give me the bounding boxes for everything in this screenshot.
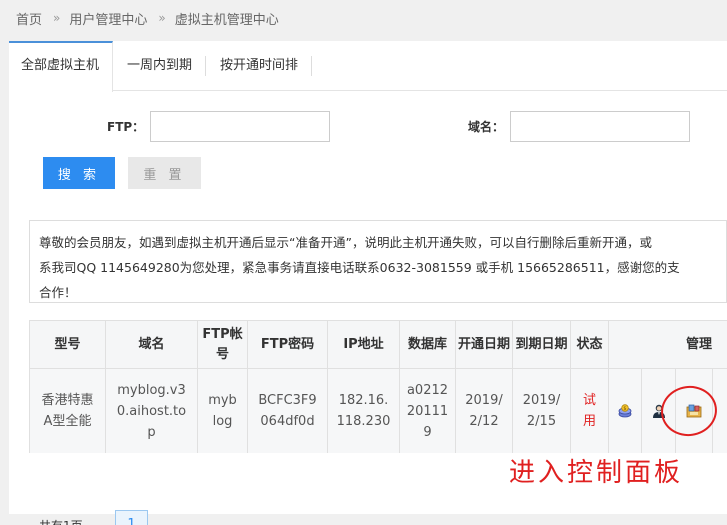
domain-input[interactable] <box>510 111 691 142</box>
tab-all-hosts[interactable]: 全部虚拟主机 <box>9 41 114 92</box>
cell-expire-date: 2019/2/15 <box>512 368 571 453</box>
ftp-input[interactable] <box>150 111 331 142</box>
notice-line: 系我司QQ 1145649280为您处理，紧急事务请直接电话联系0632-308… <box>39 260 680 275</box>
header-model: 型号 <box>29 320 106 369</box>
ftp-label: FTP： <box>107 120 145 134</box>
notice-line: 尊敬的会员朋友，如遇到虚拟主机开通后显示“准备开通”，说明此主机开通失败，可以自… <box>39 235 652 250</box>
breadcrumb-separator-icon: » <box>158 11 166 25</box>
header-expire-date: 到期日期 <box>512 320 571 369</box>
header-status: 状态 <box>570 320 609 369</box>
header-ftp-user: FTP帐号 <box>197 320 248 369</box>
tab-expire-week[interactable]: 一周内到期 <box>113 41 207 91</box>
tab-bar: 全部虚拟主机 一周内到期 按开通时间排 <box>9 41 727 92</box>
table-row: 香港特惠 A型全能 myblog.v3 0.aihost.to p myb log BC… <box>29 368 727 453</box>
notice-box: 尊敬的会员朋友，如遇到虚拟主机开通后显示“准备开通”，说明此主机开通失败，可以自… <box>29 220 727 303</box>
cell-open-date: 2019/2/12 <box>455 368 513 453</box>
renew-button[interactable]: $ <box>608 368 642 453</box>
pager-page-1[interactable]: 1 <box>115 510 148 525</box>
breadcrumb: 首页 » 用户管理中心 » 虚拟主机管理中心 <box>0 0 727 36</box>
reset-button[interactable]: 重 置 <box>128 157 201 189</box>
pager-total: 共有1页 <box>39 517 83 525</box>
breadcrumb-vhost-center: 虚拟主机管理中心 <box>174 12 279 28</box>
svg-text:$: $ <box>623 406 626 412</box>
header-ip: IP地址 <box>327 320 400 369</box>
breadcrumb-separator-icon: » <box>53 11 61 25</box>
header-open-date: 开通日期 <box>455 320 513 369</box>
tab-sort-by-open-time[interactable]: 按开通时间排 <box>206 41 313 91</box>
cell-domain: myblog.v3 0.aihost.to p <box>105 368 198 453</box>
host-table: 型号 域名 FTP帐号 FTP密码 IP地址 数据库 开通日期 到期日期 状态 … <box>29 320 727 453</box>
header-database: 数据库 <box>399 320 456 369</box>
ftp-search-group: FTP： <box>107 111 331 142</box>
domain-search-group: 域名： <box>468 111 691 142</box>
header-manage: 管理 <box>607 320 727 369</box>
renew-icon: $ <box>618 404 632 418</box>
main-panel: 全部虚拟主机 一周内到期 按开通时间排 FTP： 域名： 搜 索 重 置 尊敬的… <box>9 41 727 525</box>
cell-ip: 182.16. 118.230 <box>327 368 400 453</box>
breadcrumb-user-center[interactable]: 用户管理中心 <box>69 9 147 28</box>
search-button[interactable]: 搜 索 <box>43 157 115 189</box>
host-table-container: 型号 域名 FTP帐号 FTP密码 IP地址 数据库 开通日期 到期日期 状态 … <box>29 320 727 453</box>
header-ftp-password: FTP密码 <box>247 320 328 369</box>
cell-model: 香港特惠 A型全能 <box>29 368 106 453</box>
breadcrumb-home[interactable]: 首页 <box>16 9 42 28</box>
cell-ftp-user: myb log <box>197 368 248 453</box>
cell-ftp-password: BCFC3F9 064df0d <box>247 368 328 453</box>
cell-database: a0212 20111 9 <box>399 368 456 453</box>
domain-label: 域名： <box>468 120 505 134</box>
cell-status: 试用 <box>570 368 609 453</box>
table-header-row: 型号 域名 FTP帐号 FTP密码 IP地址 数据库 开通日期 到期日期 状态 … <box>29 320 727 369</box>
notice-line: 合作！ <box>39 285 77 300</box>
header-domain: 域名 <box>105 320 198 369</box>
annotation-text: 进入控制面板 <box>509 458 684 488</box>
